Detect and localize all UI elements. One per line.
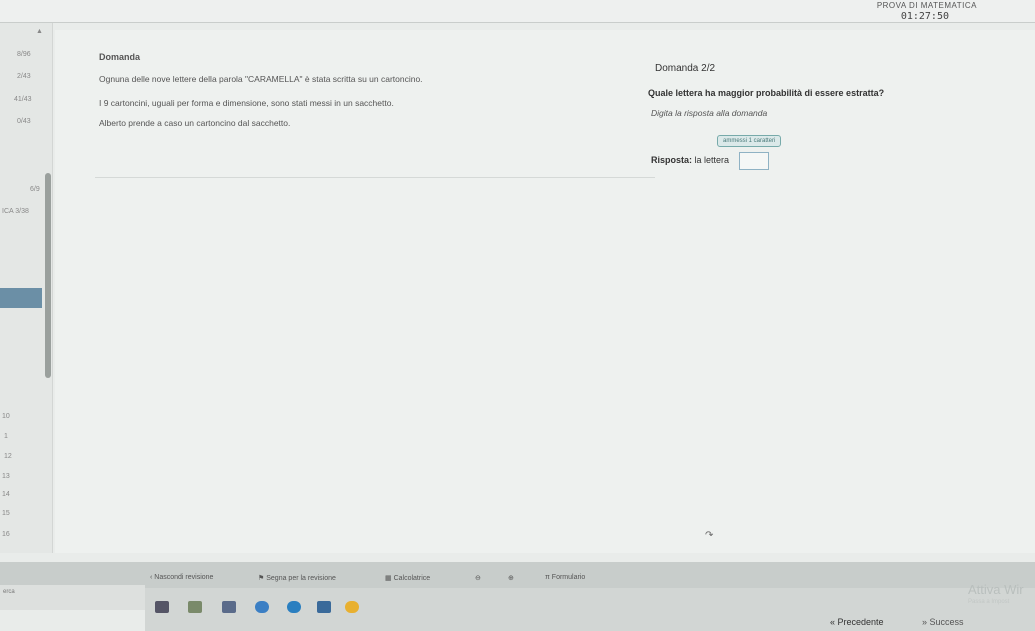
question-list-item[interactable]: 6/9 [30, 186, 40, 193]
timer: 01:27:50 [900, 11, 949, 22]
file-explorer-icon[interactable] [188, 601, 202, 613]
formulas-button[interactable]: π Formulario [545, 574, 585, 581]
os-taskbar [145, 588, 1035, 631]
question-context-line: Ognuna delle nove lettere della parola "… [99, 74, 423, 84]
mouse-cursor-icon: ↷ [705, 530, 714, 541]
question-list-item[interactable]: ICA 3/38 [2, 208, 29, 215]
question-list-panel: ▲ 8/96 2/43 41/43 0/43 6/9 ICA 3/38 10 1… [0, 23, 53, 553]
hide-review-button[interactable]: ‹ Nascondi revisione [150, 574, 213, 581]
question-list-item[interactable]: 13 [2, 473, 10, 480]
question-list-item[interactable]: 8/96 [17, 51, 31, 58]
previous-button[interactable]: « Precedente [830, 617, 884, 627]
left-scrollbar[interactable] [45, 173, 51, 378]
question-list-item[interactable]: 15 [2, 510, 10, 517]
mail-icon[interactable] [317, 601, 331, 613]
question-context-box [95, 47, 655, 178]
question-area: Domanda Ognuna delle nove lettere della … [55, 30, 1035, 553]
character-limit-badge: ammessi 1 caratteri [717, 135, 782, 147]
answer-input[interactable] [739, 152, 769, 170]
answer-label-prefix: Risposta: [651, 155, 693, 165]
section-highlight[interactable] [0, 288, 42, 308]
question-text: Quale lettera ha maggior probabilità di … [648, 88, 885, 98]
search-input[interactable]: erca [0, 585, 145, 610]
double-chevron-right-icon: » [922, 617, 928, 627]
question-list-item[interactable]: 16 [2, 531, 10, 538]
question-list-item[interactable]: 10 [2, 413, 10, 420]
chrome-icon[interactable] [345, 601, 359, 613]
review-toolbar: ‹ Nascondi revisione ⚑ Segna per la revi… [0, 562, 1035, 588]
answer-label-suffix: la lettera [694, 155, 730, 165]
edge-icon[interactable] [255, 601, 269, 613]
question-number: Domanda 2/2 [655, 63, 716, 74]
zoom-in-icon: ⊕ [508, 575, 514, 582]
windows-activation-watermark: Attiva Wir [968, 582, 1024, 597]
answer-label: Risposta: la lettera [651, 155, 729, 165]
question-list-item[interactable]: 14 [2, 491, 10, 498]
question-context-line: I 9 cartoncini, uguali per forma e dimen… [99, 98, 394, 108]
question-hint: Digita la risposta alla domanda [651, 108, 768, 118]
windows-activation-subtitle: Passa a Impost [968, 599, 1010, 605]
question-list-item[interactable]: 2/43 [17, 73, 31, 80]
question-list-item[interactable]: 1 [4, 433, 8, 440]
chevron-left-icon: ‹ [150, 574, 153, 581]
zoom-out-button[interactable]: ⊖ [475, 574, 481, 582]
calculator-icon: ▦ [385, 575, 392, 582]
top-bar: PROVA DI MATEMATICA 01:27:50 [0, 0, 1035, 23]
pi-icon: π [545, 574, 550, 581]
task-view-icon[interactable] [155, 601, 169, 613]
zoom-in-button[interactable]: ⊕ [508, 574, 514, 582]
question-list-item[interactable]: 41/43 [14, 96, 32, 103]
next-button[interactable]: » Success [922, 617, 964, 627]
exam-title: PROVA DI MATEMATICA [876, 1, 977, 10]
mark-review-button[interactable]: ⚑ Segna per la revisione [258, 574, 336, 582]
store-icon[interactable] [222, 601, 236, 613]
calculator-button[interactable]: ▦ Calcolatrice [385, 574, 430, 582]
flag-icon: ⚑ [258, 575, 265, 582]
question-context-line: Alberto prende a caso un cartoncino dal … [99, 118, 291, 128]
browser-icon[interactable] [287, 601, 301, 613]
question-list-item[interactable]: 12 [4, 453, 12, 460]
chevron-up-icon[interactable]: ▲ [36, 28, 43, 35]
question-heading: Domanda [99, 52, 141, 62]
question-list-item[interactable]: 0/43 [17, 118, 31, 125]
zoom-out-icon: ⊖ [475, 575, 481, 582]
double-chevron-left-icon: « [830, 617, 836, 627]
